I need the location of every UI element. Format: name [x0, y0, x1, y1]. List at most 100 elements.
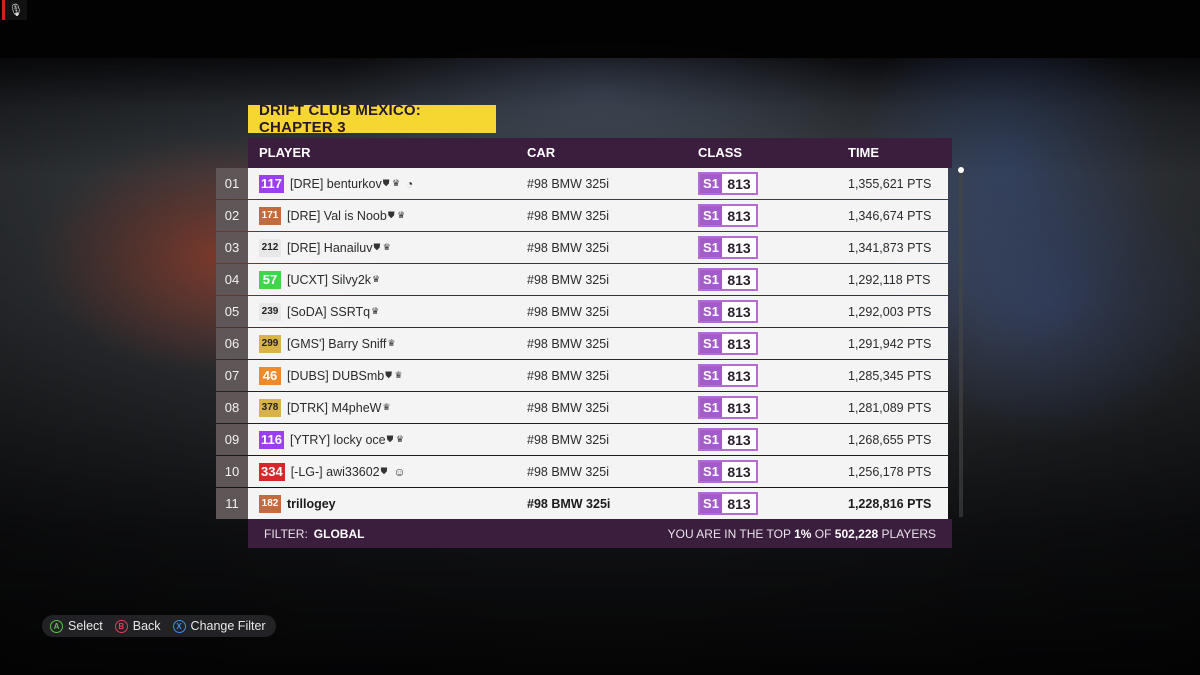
controller-button-icon: B [114, 619, 128, 633]
rank-cell: 05 [216, 296, 248, 327]
class-letter: S1 [700, 238, 722, 257]
car-name: #98 BMW 325i [527, 304, 609, 319]
player-cell: 57 [UCXT] Silvy2k ♛ [259, 264, 386, 295]
performance-class-badge: S1 813 [698, 364, 758, 387]
column-header-time: TIME [848, 145, 880, 160]
player-name: [DRE] Val is Noob [287, 208, 387, 223]
avatar-icon: ◔ [406, 176, 414, 191]
crown-icon: ⛊ ♛ [387, 210, 406, 220]
class-cell: S1 813 [698, 456, 758, 487]
driver-level-badge: 212 [259, 238, 281, 257]
event-title: DRIFT CLUB MEXICO: CHAPTER 3 [248, 102, 496, 136]
driver-level-badge: 299 [259, 334, 281, 353]
rank-column: 01 02 03 04 05 06 07 08 09 10 11 [216, 168, 248, 520]
class-letter: S1 [700, 270, 722, 289]
microphone-icon: 🎙 [2, 0, 27, 20]
car-name: #98 BMW 325i [527, 272, 609, 287]
filter-value: GLOBAL [313, 526, 365, 541]
crown-icon: ♛ [371, 306, 380, 316]
prompt-change-filter[interactable]: X Change Filter [172, 619, 266, 633]
class-letter: S1 [700, 334, 722, 353]
scrollbar-track[interactable] [959, 172, 963, 517]
column-header-class: CLASS [698, 145, 743, 160]
leaderboard-row[interactable]: 239 [SoDA] SSRTq ♛ #98 BMW 325i S1 813 1,292,0… [248, 296, 948, 327]
leaderboard-footer: FILTER: GLOBAL YOU ARE IN THE TOP 1% OF … [248, 519, 952, 548]
driver-level-badge: 117 [259, 174, 284, 193]
current-user-row[interactable]: 182 trillogey #98 BMW 325i S1 813 1,228,816 P… [248, 488, 948, 519]
performance-index: 813 [722, 494, 756, 513]
driver-level-badge: 334 [259, 462, 285, 481]
score-value: 1,281,089 PTS [848, 400, 932, 415]
rank-cell: 11 [216, 488, 248, 519]
leaderboard-row[interactable]: 334 [-LG-] awi33602 ⛊ ☺ #98 BMW 325i S1 813 1,2… [248, 456, 948, 487]
rank-cell: 07 [216, 360, 248, 391]
player-cell: 334 [-LG-] awi33602 ⛊ ☺ [259, 456, 406, 487]
player-name: [GMS'] Barry Sniff [287, 336, 387, 351]
percentile-prefix: YOU ARE IN THE TOP [667, 526, 795, 541]
score-value: 1,256,178 PTS [848, 464, 932, 479]
prompt-select[interactable]: A Select [50, 619, 103, 633]
driver-level-badge: 182 [259, 494, 281, 513]
rank-cell: 01 [216, 168, 248, 199]
leaderboard-row[interactable]: 171 [DRE] Val is Noob ⛊ ♛ #98 BMW 325i S1 813… [248, 200, 948, 231]
leaderboard-row[interactable]: 46 [DUBS] DUBSmb ⛊ ♛ #98 BMW 325i S1 813 1,285… [248, 360, 948, 391]
performance-class-badge: S1 813 [698, 428, 758, 451]
class-letter: S1 [700, 462, 722, 481]
class-cell: S1 813 [698, 328, 758, 359]
leaderboard-row[interactable]: 299 [GMS'] Barry Sniff ♛ #98 BMW 325i S1 813 1… [248, 328, 948, 359]
player-name: [SoDA] SSRTq [287, 304, 371, 319]
score-value: 1,285,345 PTS [848, 368, 932, 383]
scrollbar-thumb[interactable] [958, 167, 964, 173]
crown-icon: ⛊ ♛ [373, 242, 391, 252]
performance-class-badge: S1 813 [698, 492, 758, 515]
controller-button-icon: X [172, 619, 186, 633]
car-name: #98 BMW 325i [527, 400, 609, 415]
performance-class-badge: S1 813 [698, 300, 758, 323]
percentile-suffix: PLAYERS [878, 526, 936, 541]
score-value: 1,292,118 PTS [848, 272, 931, 287]
player-name: [DTRK] M4pheW [287, 400, 382, 415]
player-name: [DUBS] DUBSmb [287, 368, 385, 383]
class-letter: S1 [700, 398, 722, 417]
prompt-label: Change Filter [190, 619, 266, 633]
class-letter: S1 [700, 302, 722, 321]
car-name: #98 BMW 325i [527, 464, 609, 479]
controller-button-icon: A [50, 619, 63, 633]
prompt-back[interactable]: B Back [114, 619, 161, 633]
button-prompts: A Select B Back X Change Filter [42, 615, 276, 637]
column-header-car: CAR [527, 145, 556, 160]
performance-class-badge: S1 813 [698, 396, 758, 419]
performance-index: 813 [722, 462, 756, 481]
performance-class-badge: S1 813 [698, 204, 758, 227]
car-name: #98 BMW 325i [527, 336, 609, 351]
leaderboard-row[interactable]: 116 [YTRY] locky oce ⛊ ♛ #98 BMW 325i S1 813 1… [248, 424, 948, 455]
leaderboard-row[interactable]: 57 [UCXT] Silvy2k ♛ #98 BMW 325i S1 813 1,292,… [248, 264, 948, 295]
leaderboard-row[interactable]: 378 [DTRK] M4pheW ♛ #98 BMW 325i S1 813 1,281,… [248, 392, 948, 423]
class-letter: S1 [700, 494, 722, 513]
leaderboard-row[interactable]: 117 [DRE] benturkov ⛊ ♛ ◔ #98 BMW 325i S1 813 1… [248, 168, 948, 199]
player-cell: 46 [DUBS] DUBSmb ⛊ ♛ [259, 360, 409, 391]
performance-index: 813 [722, 366, 756, 385]
leaderboard-row[interactable]: 212 [DRE] Hanailuv ⛊ ♛ #98 BMW 325i S1 813 1,3… [248, 232, 948, 263]
leaderboard-header: PLAYER CAR CLASS TIME [248, 138, 952, 168]
class-letter: S1 [700, 430, 722, 449]
crown-icon: ♛ [387, 338, 396, 348]
player-cell: 182 trillogey [259, 488, 343, 519]
car-name: #98 BMW 325i [527, 368, 609, 383]
performance-index: 813 [722, 430, 756, 449]
driver-level-badge: 46 [259, 366, 281, 385]
class-cell: S1 813 [698, 392, 758, 423]
class-cell: S1 813 [698, 296, 758, 327]
player-cell: 171 [DRE] Val is Noob ⛊ ♛ [259, 200, 411, 231]
driver-level-badge: 171 [259, 206, 281, 225]
score-value: 1,341,873 PTS [848, 240, 932, 255]
class-cell: S1 813 [698, 264, 758, 295]
class-letter: S1 [700, 366, 722, 385]
rank-cell: 10 [216, 456, 248, 487]
performance-index: 813 [722, 270, 756, 289]
column-header-player: PLAYER [259, 145, 311, 160]
class-cell: S1 813 [698, 488, 758, 519]
prompt-label: Back [132, 619, 161, 633]
performance-index: 813 [722, 206, 756, 225]
player-name: [UCXT] Silvy2k [287, 272, 372, 287]
